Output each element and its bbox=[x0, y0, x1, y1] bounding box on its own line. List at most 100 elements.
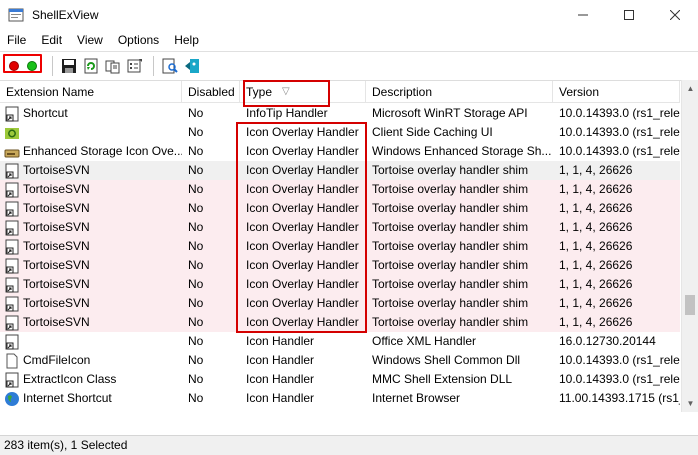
table-row[interactable]: Shortcut No InfoTip Handler Microsoft WinRT… bbox=[0, 104, 680, 123]
cell-description: Tortoise overlay handler shim bbox=[372, 201, 529, 215]
toolbar bbox=[0, 51, 698, 79]
toolbar-separator bbox=[153, 55, 154, 76]
table-row[interactable]: TortoiseSVN No Icon Overlay Handler Tortois… bbox=[0, 294, 680, 313]
menu-edit[interactable]: Edit bbox=[34, 30, 70, 50]
cell-extension-name: TortoiseSVN bbox=[0, 275, 182, 294]
extension-name-text: Enhanced Storage Icon Ove... bbox=[23, 144, 182, 158]
cell-version: 1, 1, 4, 26626 bbox=[559, 315, 633, 329]
column-header-version[interactable]: Version bbox=[553, 81, 680, 103]
cell-description: Tortoise overlay handler shim bbox=[372, 182, 529, 196]
refresh-button[interactable] bbox=[81, 56, 101, 76]
cell-disabled: No bbox=[188, 125, 204, 139]
shortcut-icon bbox=[4, 201, 20, 217]
maximize-button[interactable] bbox=[606, 0, 652, 30]
copy-button[interactable] bbox=[103, 56, 123, 76]
extension-name-text: TortoiseSVN bbox=[23, 182, 90, 196]
column-header-extension-name[interactable]: Extension Name bbox=[0, 81, 182, 103]
cell-type: Icon Overlay Handler bbox=[246, 296, 359, 310]
cell-type: Icon Handler bbox=[246, 353, 315, 367]
refresh-icon bbox=[84, 58, 98, 73]
cell-type: Icon Overlay Handler bbox=[246, 258, 359, 272]
properties-button[interactable] bbox=[125, 56, 145, 76]
sort-down-icon: ▽ bbox=[282, 86, 290, 97]
cell-disabled: No bbox=[188, 144, 204, 158]
table-row[interactable]: No Icon Handler Office XML Handler 16.0.127… bbox=[0, 332, 680, 351]
find-button[interactable] bbox=[160, 56, 180, 76]
extension-name-text: TortoiseSVN bbox=[23, 315, 90, 329]
table-row[interactable]: Internet Shortcut No Icon Handler Internet … bbox=[0, 389, 680, 408]
cell-disabled: No bbox=[188, 391, 204, 405]
column-header-description[interactable]: Description bbox=[366, 81, 553, 103]
table-row[interactable]: TortoiseSVN No Icon Overlay Handler Tortois… bbox=[0, 218, 680, 237]
cell-extension-name: TortoiseSVN bbox=[0, 237, 182, 256]
cell-extension-name: TortoiseSVN bbox=[0, 218, 182, 237]
exit-button[interactable] bbox=[182, 56, 202, 76]
list-header: Extension Name Disabled Type ▽ Descripti… bbox=[0, 81, 680, 103]
cell-description: MMC Shell Extension DLL bbox=[372, 372, 513, 386]
status-text: 283 item(s), 1 Selected bbox=[4, 438, 128, 452]
cell-disabled: No bbox=[188, 372, 204, 386]
cell-description: Tortoise overlay handler shim bbox=[372, 258, 529, 272]
table-row[interactable]: TortoiseSVN No Icon Overlay Handler Tortois… bbox=[0, 313, 680, 332]
cell-type: Icon Overlay Handler bbox=[246, 239, 359, 253]
menu-file[interactable]: File bbox=[0, 30, 34, 50]
shortcut-icon bbox=[4, 106, 20, 122]
extension-list: Extension Name Disabled Type ▽ Descripti… bbox=[0, 80, 698, 435]
globe-icon bbox=[4, 391, 20, 407]
table-row[interactable]: TortoiseSVN No Icon Overlay Handler Tortois… bbox=[0, 256, 680, 275]
close-icon bbox=[670, 10, 680, 20]
extension-name-text: TortoiseSVN bbox=[23, 258, 90, 272]
table-row[interactable]: No Icon Overlay Handler Client Side Cachin… bbox=[0, 123, 680, 142]
table-row[interactable]: ExtractIcon Class No Icon Handler MMC Shell… bbox=[0, 370, 680, 389]
table-row[interactable]: TortoiseSVN No Icon Overlay Handler Tortois… bbox=[0, 180, 680, 199]
cell-description: Tortoise overlay handler shim bbox=[372, 163, 529, 177]
cell-disabled: No bbox=[188, 201, 204, 215]
extension-name-text: ExtractIcon Class bbox=[23, 372, 117, 386]
menu-options[interactable]: Options bbox=[111, 30, 167, 50]
table-row[interactable]: Enhanced Storage Icon Ove... No Icon Overl… bbox=[0, 142, 680, 161]
menu-view[interactable]: View bbox=[70, 30, 111, 50]
cell-disabled: No bbox=[188, 277, 204, 291]
table-row[interactable]: TortoiseSVN No Icon Overlay Handler Tortois… bbox=[0, 275, 680, 294]
shortcut-icon bbox=[4, 182, 20, 198]
cell-type: Icon Overlay Handler bbox=[246, 201, 359, 215]
cell-description: Microsoft WinRT Storage API bbox=[372, 106, 528, 120]
scroll-thumb[interactable] bbox=[685, 295, 695, 315]
highlight-box-toolbar bbox=[3, 54, 42, 73]
cell-type: Icon Overlay Handler bbox=[246, 182, 359, 196]
cell-extension-name bbox=[0, 123, 182, 142]
menu-help[interactable]: Help bbox=[167, 30, 207, 50]
shortcut-icon bbox=[4, 372, 20, 388]
cell-disabled: No bbox=[188, 220, 204, 234]
cell-description: Tortoise overlay handler shim bbox=[372, 315, 529, 329]
shortcut-icon bbox=[4, 163, 20, 179]
extension-name-text: TortoiseSVN bbox=[23, 163, 90, 177]
scroll-up-icon[interactable]: ▲ bbox=[682, 80, 698, 97]
cell-extension-name: Shortcut bbox=[0, 104, 182, 123]
extension-name-text: TortoiseSVN bbox=[23, 277, 90, 291]
column-header-disabled[interactable]: Disabled bbox=[182, 81, 240, 103]
column-header-type[interactable]: Type ▽ bbox=[240, 81, 366, 103]
table-row[interactable]: TortoiseSVN No Icon Overlay Handler Tortois… bbox=[0, 161, 680, 180]
scroll-down-icon[interactable]: ▼ bbox=[682, 395, 698, 412]
cell-type: Icon Overlay Handler bbox=[246, 220, 359, 234]
cell-extension-name: CmdFileIcon bbox=[0, 351, 182, 370]
cell-extension-name: TortoiseSVN bbox=[0, 256, 182, 275]
cell-extension-name: TortoiseSVN bbox=[0, 294, 182, 313]
shortcut-icon bbox=[4, 277, 20, 293]
cell-disabled: No bbox=[188, 334, 204, 348]
table-row[interactable]: CmdFileIcon No Icon Handler Windows Shell C… bbox=[0, 351, 680, 370]
extension-name-text: TortoiseSVN bbox=[23, 201, 90, 215]
cell-description: Windows Enhanced Storage Sh... bbox=[372, 144, 552, 158]
vertical-scrollbar[interactable]: ▲ ▼ bbox=[681, 80, 698, 412]
table-row[interactable]: TortoiseSVN No Icon Overlay Handler Tortois… bbox=[0, 199, 680, 218]
close-button[interactable] bbox=[652, 0, 698, 30]
table-row[interactable]: TortoiseSVN No Icon Overlay Handler Tortois… bbox=[0, 237, 680, 256]
cell-version: 10.0.14393.0 (rs1_relea... bbox=[559, 144, 680, 158]
cell-extension-name: ExtractIcon Class bbox=[0, 370, 182, 389]
cell-description: Windows Shell Common Dll bbox=[372, 353, 521, 367]
minimize-button[interactable] bbox=[560, 0, 606, 30]
save-button[interactable] bbox=[59, 56, 79, 76]
cell-type: Icon Handler bbox=[246, 372, 315, 386]
cell-extension-name bbox=[0, 332, 182, 351]
